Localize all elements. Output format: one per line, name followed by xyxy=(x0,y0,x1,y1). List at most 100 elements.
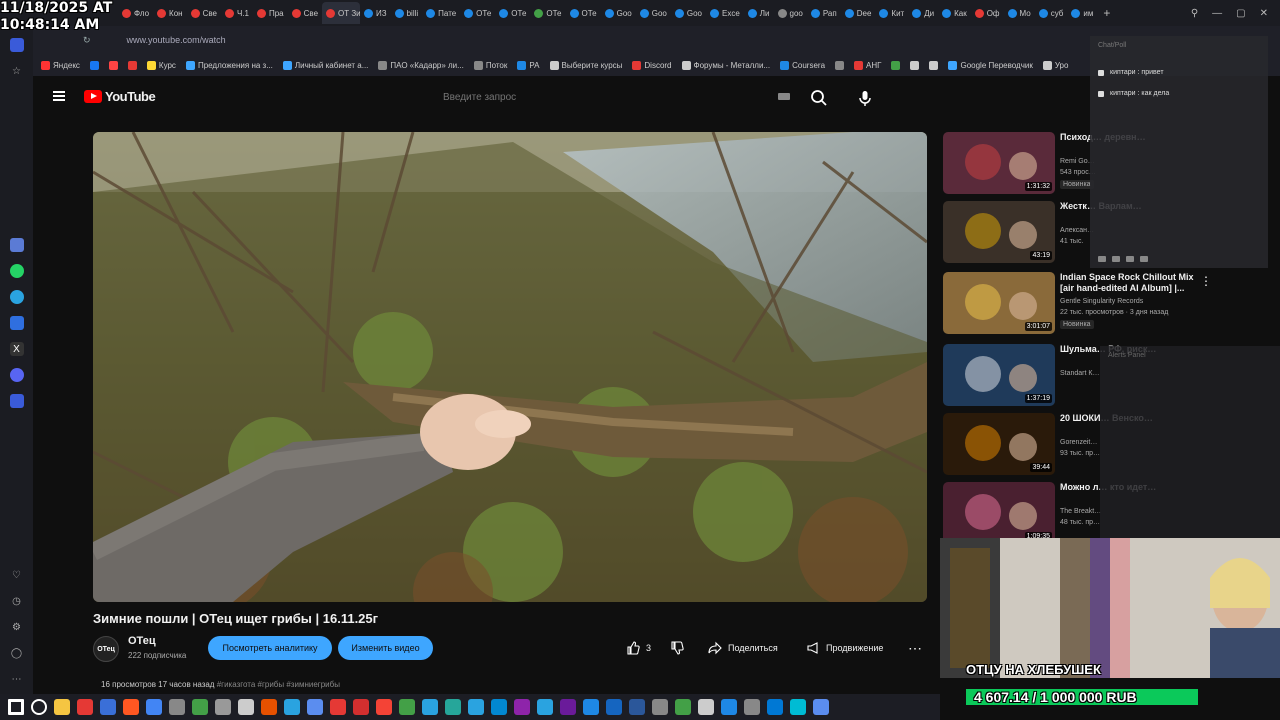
ai-assistant-icon[interactable] xyxy=(9,238,24,252)
video-thumbnail[interactable]: 3:01:07 xyxy=(943,272,1055,334)
video-thumbnail[interactable]: 1:37:19 xyxy=(943,344,1055,406)
like-button[interactable]: 3 xyxy=(626,636,651,660)
bookmark-item[interactable]: РА xyxy=(517,60,540,70)
browser-tab[interactable]: Рап xyxy=(807,2,841,24)
browser-tab[interactable]: Фло xyxy=(118,2,153,24)
app-icon[interactable] xyxy=(215,699,231,715)
app-icon[interactable] xyxy=(422,699,438,715)
maximize-icon[interactable]: ▢ xyxy=(1236,8,1245,19)
chat-tool-icon[interactable] xyxy=(1112,256,1120,262)
video-thumbnail[interactable]: 1:31:32 xyxy=(943,132,1055,194)
home-icon[interactable] xyxy=(9,38,24,52)
browser-tab[interactable]: ОТе xyxy=(460,2,495,24)
browser-tab[interactable]: goo xyxy=(774,2,807,24)
chat-tool-icon[interactable] xyxy=(1126,256,1134,262)
bookmark-item[interactable] xyxy=(108,60,118,70)
browser-tab[interactable]: Оф xyxy=(971,2,1004,24)
browser-tab[interactable]: Ч.1 xyxy=(221,2,253,24)
browser-tab[interactable]: суб xyxy=(1035,2,1068,24)
microphone-icon[interactable] xyxy=(855,88,875,108)
browser-tab[interactable]: Мо xyxy=(1004,2,1035,24)
more-actions-icon[interactable]: ⋯ xyxy=(908,636,922,660)
reload-icon[interactable]: ↻ xyxy=(83,35,91,46)
bookmark-icon[interactable]: ☆ xyxy=(10,64,24,78)
bookmark-item[interactable] xyxy=(127,60,137,70)
edit-video-button[interactable]: Изменить видео xyxy=(338,636,433,660)
video-player[interactable] xyxy=(93,132,927,602)
opera-icon[interactable] xyxy=(353,699,369,715)
bookmark-item[interactable]: Поток xyxy=(473,60,507,70)
browser-tab[interactable]: billi xyxy=(391,2,423,24)
bookmark-item[interactable]: Яндекс xyxy=(41,60,80,70)
favorites-icon[interactable]: ♡ xyxy=(10,568,24,582)
bookmark-item[interactable]: Курс xyxy=(146,60,176,70)
search-tabs-icon[interactable]: ⚲ xyxy=(1191,8,1198,19)
browser-tab[interactable]: ОТе xyxy=(566,2,601,24)
browser-tab[interactable]: ИЗ xyxy=(360,2,391,24)
app-icon[interactable] xyxy=(514,699,530,715)
bookmark-item[interactable]: Предложения на з... xyxy=(185,60,273,70)
app-icon[interactable] xyxy=(445,699,461,715)
app-icon[interactable] xyxy=(169,699,185,715)
chrome-icon[interactable] xyxy=(146,699,162,715)
app-icon[interactable] xyxy=(100,699,116,715)
search-icon[interactable] xyxy=(809,88,829,108)
settings-icon[interactable]: ⚙ xyxy=(10,620,24,634)
app-icon[interactable] xyxy=(583,699,599,715)
app-icon[interactable] xyxy=(491,699,507,715)
rec-more-icon[interactable]: ⋮ xyxy=(1200,274,1212,288)
more-icon[interactable]: ⋯ xyxy=(10,672,24,686)
recommended-video-channel[interactable]: Gorenzeit… xyxy=(1060,439,1097,446)
youtube-logo[interactable]: YouTube xyxy=(84,89,156,104)
app-icon[interactable] xyxy=(698,699,714,715)
recommended-video-title[interactable]: Indian Space Rock Chillout Mix [air hand… xyxy=(1060,272,1200,294)
messenger-icon[interactable] xyxy=(9,316,24,330)
bookmark-item[interactable]: АНГ xyxy=(854,60,881,70)
app-icon[interactable] xyxy=(284,699,300,715)
browser-tab[interactable]: Goo xyxy=(601,2,636,24)
windows-start-icon[interactable] xyxy=(8,699,24,715)
minimize-icon[interactable]: — xyxy=(1212,8,1222,19)
browser-tab[interactable]: ОТе xyxy=(495,2,530,24)
bookmark-item[interactable] xyxy=(891,60,901,70)
chat-tool-icon[interactable] xyxy=(1098,256,1106,262)
bookmark-item[interactable]: Discord xyxy=(632,60,672,70)
browser-tab[interactable]: Ди xyxy=(908,2,938,24)
app-icon[interactable] xyxy=(675,699,691,715)
bookmark-item[interactable]: Форумы - Металли... xyxy=(681,60,770,70)
app-icon[interactable] xyxy=(767,699,783,715)
browser-tab[interactable]: Пате xyxy=(422,2,460,24)
bookmark-item[interactable]: Уро xyxy=(1042,60,1068,70)
browser-tab[interactable]: Как xyxy=(938,2,971,24)
bookmark-item[interactable] xyxy=(835,60,845,70)
word-icon[interactable] xyxy=(629,699,645,715)
app-icon[interactable] xyxy=(468,699,484,715)
app-icon[interactable] xyxy=(307,699,323,715)
app-icon[interactable] xyxy=(813,699,829,715)
whatsapp-icon[interactable] xyxy=(9,264,24,278)
bookmark-item[interactable] xyxy=(929,60,939,70)
browser-tab[interactable]: Пра xyxy=(253,2,288,24)
recommended-video-channel[interactable]: Standart К… xyxy=(1060,370,1099,377)
dislike-button[interactable] xyxy=(670,636,684,660)
browser-tab[interactable]: Dee xyxy=(841,2,876,24)
bookmark-item[interactable]: Google Переводчик xyxy=(948,60,1033,70)
search-icon[interactable] xyxy=(31,699,47,715)
promote-button[interactable]: Продвижение xyxy=(806,636,883,660)
browser-tab[interactable]: Exce xyxy=(706,2,744,24)
app-icon[interactable] xyxy=(330,699,346,715)
app-icon[interactable] xyxy=(606,699,622,715)
bookmark-item[interactable]: ПАО «Кадарр» ли... xyxy=(378,60,464,70)
video-description[interactable]: 16 просмотров 17 часов назад #гиказгота … xyxy=(101,680,340,689)
premiere-icon[interactable] xyxy=(560,699,576,715)
video-thumbnail[interactable]: 43:19 xyxy=(943,201,1055,263)
app-icon[interactable] xyxy=(721,699,737,715)
browser-tab[interactable]: Goo xyxy=(671,2,706,24)
keyboard-icon[interactable] xyxy=(778,93,790,100)
app-icon[interactable] xyxy=(192,699,208,715)
url-field[interactable]: www.youtube.com/watch xyxy=(127,35,226,45)
bookmark-item[interactable]: Выберите курсы xyxy=(549,60,622,70)
search-input[interactable] xyxy=(443,84,803,110)
video-thumbnail[interactable]: 1:09:35 xyxy=(943,482,1055,544)
app-icon[interactable] xyxy=(790,699,806,715)
